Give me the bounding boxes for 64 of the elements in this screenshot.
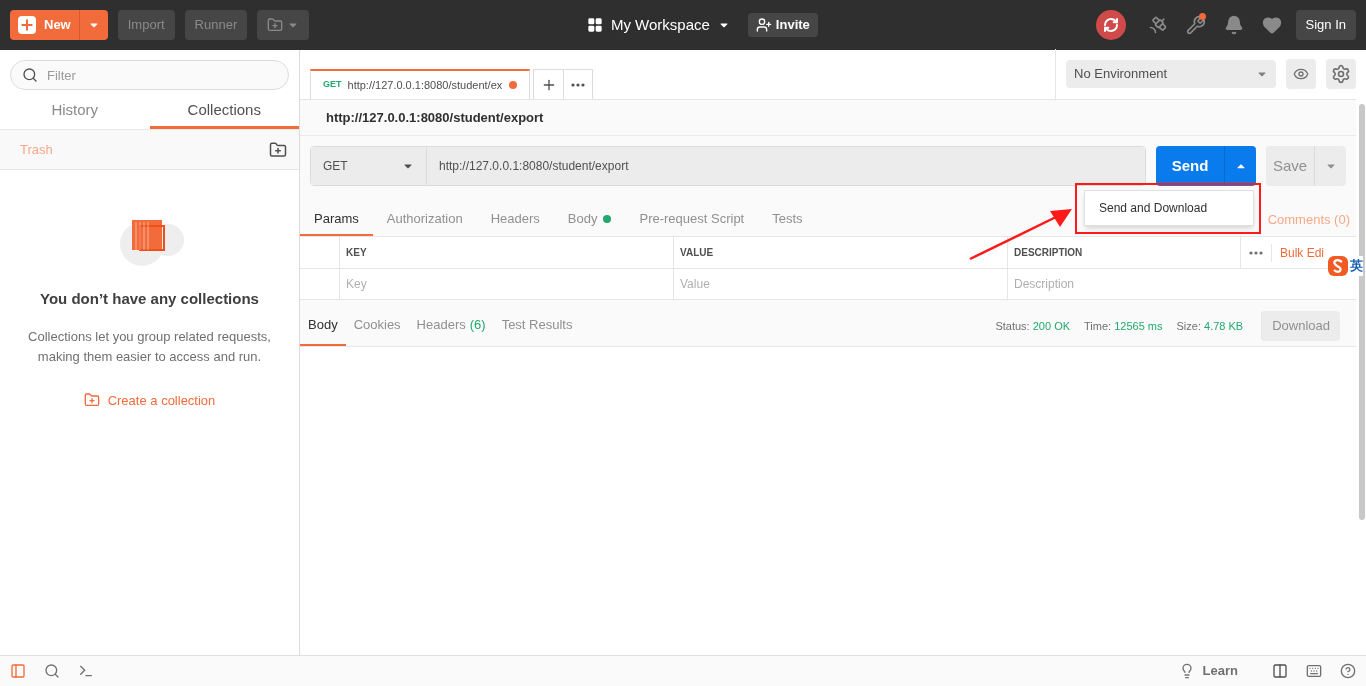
empty-state-text: Collections let you group related requests, making them easier to access and run.: [27, 327, 272, 366]
tab-url: http://127.0.0.1:8080/student/ex: [347, 77, 503, 93]
response-stat: Size: 4.78 KB: [1176, 318, 1244, 334]
sync-icon[interactable]: [1095, 10, 1126, 40]
sidebar-toggle-icon[interactable]: [10, 663, 26, 679]
sogou-icon: [1328, 256, 1348, 276]
new-folder-icon: [83, 392, 100, 409]
environment-dropdown[interactable]: No Environment: [1066, 60, 1276, 88]
runner-button[interactable]: Runner: [184, 10, 248, 40]
column-header: DESCRIPTION: [1013, 246, 1084, 260]
eye-icon: [1293, 66, 1309, 82]
grid-icon: [586, 17, 603, 33]
column-header: KEY: [340, 237, 674, 268]
import-button[interactable]: Import: [117, 10, 175, 40]
learn-button[interactable]: Learn: [1178, 661, 1238, 681]
request-section-tab[interactable]: Tests: [758, 203, 817, 236]
add-user-icon: [755, 17, 772, 33]
response-stat: Status: 200 OK: [995, 318, 1071, 334]
two-pane-icon[interactable]: [1272, 663, 1288, 679]
sidebar-tab[interactable]: History: [0, 95, 150, 129]
new-window-button[interactable]: [257, 10, 310, 40]
request-title: http://127.0.0.1:8080/student/export: [300, 100, 1356, 136]
request-section-tab[interactable]: Body: [553, 203, 626, 236]
search-icon: [22, 67, 38, 83]
wrench-icon[interactable]: [1185, 15, 1206, 35]
request-section-tab[interactable]: Headers: [476, 203, 554, 236]
param-input[interactable]: Key: [340, 269, 674, 299]
more-icon: [571, 82, 585, 87]
bell-icon[interactable]: [1223, 15, 1244, 35]
response-tab[interactable]: Test Results: [493, 306, 581, 346]
invite-button[interactable]: Invite: [747, 13, 818, 37]
request-section-tab[interactable]: Pre-request Script: [625, 203, 759, 236]
keyboard-icon[interactable]: [1306, 663, 1322, 679]
filter-field[interactable]: Filter: [10, 60, 289, 90]
eye-button[interactable]: [1286, 59, 1316, 89]
plus-icon: [18, 16, 36, 34]
column-header: VALUE: [674, 237, 1008, 268]
method-label: GET: [323, 78, 342, 92]
ime-badge[interactable]: 英: [1328, 256, 1363, 276]
download-button[interactable]: Download: [1261, 311, 1340, 341]
search-icon[interactable]: [44, 663, 60, 679]
response-stat: Time: 12565 ms: [1084, 318, 1163, 334]
more-icon[interactable]: [1249, 250, 1263, 255]
create-collection-link[interactable]: Create a collection: [83, 390, 216, 410]
comments-link[interactable]: Comments (0): [1267, 203, 1350, 236]
request-section-tab[interactable]: Authorization: [372, 203, 477, 236]
help-icon[interactable]: [1340, 663, 1356, 679]
empty-state-title: You don’t have any collections: [40, 289, 259, 309]
response-tab[interactable]: Headers (6): [408, 306, 494, 346]
workspace-selector[interactable]: My Workspace: [586, 13, 730, 37]
ime-mode-label: 英: [1350, 257, 1363, 276]
new-collection-icon[interactable]: [269, 140, 287, 159]
console-icon[interactable]: [78, 663, 94, 679]
sign-in-button[interactable]: Sign In: [1295, 10, 1356, 40]
bulk-edit-link[interactable]: Bulk Edi: [1271, 243, 1325, 262]
request-tab[interactable]: GET http://127.0.0.1:8080/student/ex: [310, 69, 530, 99]
satellite-icon[interactable]: [1147, 15, 1168, 35]
settings-button[interactable]: [1326, 59, 1356, 89]
new-window-icon: [267, 17, 284, 33]
trash-link[interactable]: Trash: [20, 139, 53, 160]
settings-icon: [1331, 64, 1351, 84]
param-input[interactable]: Value: [674, 269, 1008, 299]
heart-icon[interactable]: [1261, 15, 1282, 35]
response-tab[interactable]: Cookies: [345, 306, 409, 346]
